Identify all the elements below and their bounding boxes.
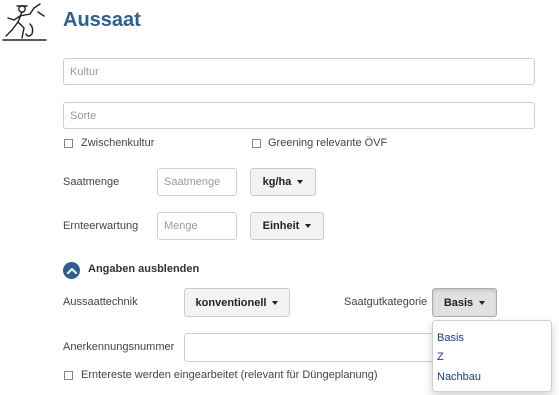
caret-down-icon	[272, 300, 279, 305]
aussaattechnik-label: Aussaattechnik	[63, 296, 138, 308]
caret-down-icon	[297, 180, 304, 184]
page-title: Aussaat	[63, 9, 141, 31]
saatmenge-unit-label: kg/ha	[262, 176, 292, 188]
aussaattechnik-dropdown[interactable]: konventionell	[184, 288, 290, 317]
zwischenkultur-label: Zwischenkultur	[81, 137, 155, 149]
erntereste-checkbox[interactable]	[64, 371, 73, 380]
saatmenge-unit-dropdown[interactable]: kg/ha	[250, 168, 316, 196]
ernteerwartung-input[interactable]	[157, 212, 237, 240]
saatmenge-label: Saatmenge	[63, 176, 120, 188]
ernteerwartung-label: Ernteerwartung	[63, 220, 139, 232]
menu-item-z[interactable]: Z	[437, 351, 444, 363]
saatgutkategorie-dropdown[interactable]: Basis	[432, 288, 497, 317]
caret-down-icon	[305, 224, 312, 228]
collapse-toggle-button[interactable]	[63, 262, 80, 279]
caret-down-icon	[479, 300, 486, 305]
ernteerwartung-unit-dropdown[interactable]: Einheit	[250, 212, 324, 240]
menu-item-nachbau[interactable]: Nachbau	[437, 371, 481, 383]
greening-label: Greening relevante ÖVF	[268, 137, 388, 149]
saatmenge-input[interactable]	[157, 168, 237, 196]
sorte-input[interactable]	[63, 102, 535, 129]
saatgutkategorie-menu: Basis Z Nachbau	[432, 320, 552, 392]
farmer-sowing-logo	[2, 3, 47, 41]
chevron-up-icon	[66, 267, 77, 274]
aussaattechnik-value: konventionell	[195, 296, 267, 309]
anerkennungsnummer-label: Anerkennungsnummer	[63, 341, 175, 353]
erntereste-label: Erntereste werden eingearbeitet (relevan…	[81, 369, 378, 381]
menu-item-basis[interactable]: Basis	[437, 332, 464, 344]
toggle-label[interactable]: Angaben ausblenden	[88, 263, 199, 275]
ernteerwartung-unit-label: Einheit	[262, 220, 300, 232]
saatgutkategorie-value: Basis	[443, 296, 474, 309]
greening-checkbox[interactable]	[252, 139, 261, 148]
kultur-input[interactable]	[63, 58, 535, 85]
anerkennungsnummer-input[interactable]	[184, 333, 444, 362]
saatgutkategorie-label: Saatgutkategorie	[344, 296, 428, 308]
zwischenkultur-checkbox[interactable]	[64, 139, 73, 148]
